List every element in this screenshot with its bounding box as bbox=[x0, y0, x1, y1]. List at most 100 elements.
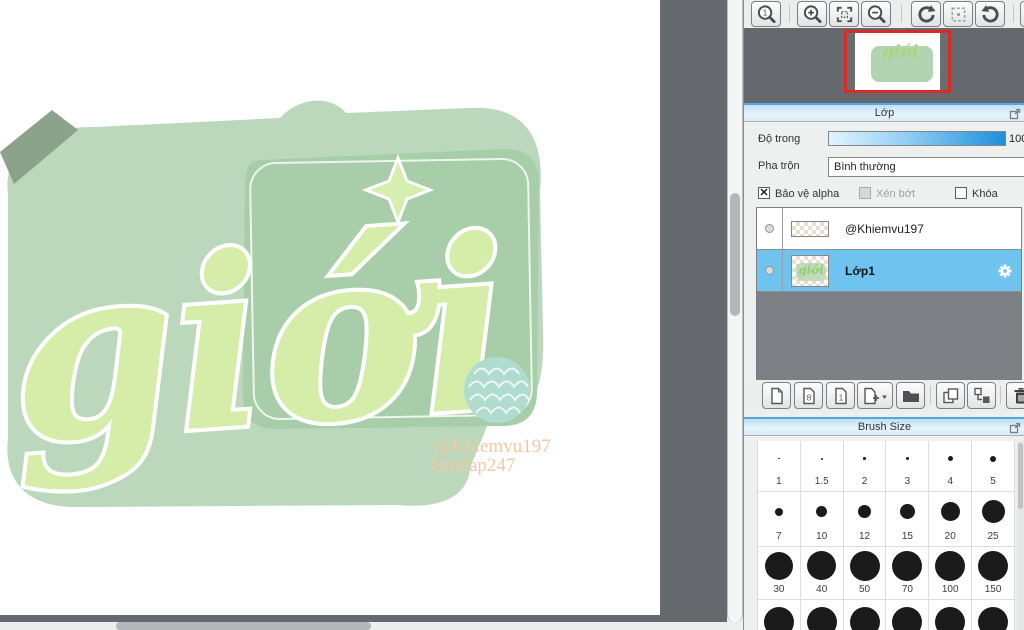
new-8bit-layer-button[interactable]: 8 bbox=[794, 382, 823, 409]
layer-visibility-toggle[interactable] bbox=[757, 250, 783, 291]
popout-icon[interactable] bbox=[1009, 108, 1021, 120]
brush-size-cell[interactable]: 25 bbox=[972, 492, 1015, 547]
zoom-actual-size-button[interactable]: 1 bbox=[751, 1, 781, 27]
brush-size-cell[interactable]: 50 bbox=[843, 547, 887, 600]
reset-rotation-button[interactable] bbox=[943, 1, 973, 27]
artwork: giới @Khiemvu197 Hoidap247 bbox=[0, 100, 551, 508]
brush-size-cell[interactable]: 30 bbox=[758, 547, 801, 600]
rotate-cw-button[interactable] bbox=[975, 1, 1005, 27]
brush-size-cell[interactable]: 3 bbox=[886, 441, 930, 492]
trash-icon bbox=[1014, 387, 1024, 403]
brush-size-cell[interactable]: 1.5 bbox=[800, 441, 844, 492]
layer-visibility-toggle[interactable] bbox=[757, 208, 783, 249]
brush-size-cell[interactable]: 4 bbox=[929, 441, 973, 492]
merge-layer-button[interactable] bbox=[967, 382, 996, 409]
delete-layer-button[interactable] bbox=[1006, 382, 1024, 409]
layer-name: @Khiemvu197 bbox=[845, 221, 924, 236]
brush-dot-icon bbox=[981, 500, 1005, 523]
new-layer-button[interactable] bbox=[762, 382, 791, 409]
brush-dot-icon bbox=[863, 457, 866, 460]
brush-dot-icon bbox=[763, 607, 794, 630]
navigator-thumbnail[interactable]: giới bbox=[844, 30, 951, 93]
toolbar-separator bbox=[930, 386, 931, 404]
brush-size-cell[interactable]: 10 bbox=[800, 492, 844, 547]
new-1bit-layer-button[interactable]: 1 bbox=[826, 382, 855, 409]
rotate-ccw-button[interactable] bbox=[911, 1, 941, 27]
toolbar-separator bbox=[1013, 5, 1014, 22]
brush-dot-icon bbox=[816, 506, 828, 517]
brush-size-cell[interactable]: 2 bbox=[843, 441, 887, 492]
brush-size-cell[interactable] bbox=[800, 600, 844, 630]
new-folder-button[interactable] bbox=[896, 382, 925, 409]
brush-dot-icon bbox=[947, 456, 953, 461]
zoom-out-button[interactable] bbox=[861, 1, 891, 27]
brush-panel-scrollbar[interactable] bbox=[1017, 441, 1024, 630]
navigator-view[interactable]: giới bbox=[744, 28, 1024, 103]
brush-size-cell[interactable]: 5 bbox=[972, 441, 1015, 492]
brush-size-label: 70 bbox=[901, 584, 913, 595]
brush-size-cell[interactable] bbox=[843, 600, 887, 630]
brush-size-cell[interactable]: 1 bbox=[758, 441, 801, 492]
brush-size-cell[interactable]: 7 bbox=[758, 492, 801, 547]
navigator-toolbar: 1 bbox=[744, 0, 1024, 28]
brush-size-label: 30 bbox=[773, 584, 785, 595]
brush-size-cell[interactable] bbox=[758, 600, 801, 630]
layer-toolbar: 8 1 bbox=[744, 380, 1024, 412]
brush-size-label: 2 bbox=[861, 476, 868, 487]
zoom-in-button[interactable] bbox=[797, 1, 827, 27]
canvas-surround-bottom bbox=[0, 615, 727, 622]
brush-dot-icon bbox=[905, 456, 910, 461]
brush-dot-icon bbox=[764, 551, 793, 580]
brush-size-cell[interactable]: 100 bbox=[929, 547, 973, 600]
brush-size-cell[interactable] bbox=[886, 600, 930, 630]
brush-dot-icon bbox=[807, 551, 837, 580]
layer-thumbnail: giới bbox=[791, 254, 829, 287]
toolbar-separator bbox=[901, 5, 902, 22]
magnifier-minus-icon bbox=[867, 4, 886, 23]
brush-scrollbar-thumb[interactable] bbox=[1018, 443, 1023, 509]
layer-settings-gear-icon[interactable] bbox=[997, 263, 1013, 279]
layer-row[interactable]: @Khiemvu197 bbox=[757, 208, 1021, 250]
brush-size-cell[interactable]: 12 bbox=[843, 492, 887, 547]
popout-icon[interactable] bbox=[1009, 422, 1021, 434]
brush-size-cell[interactable]: 150 bbox=[972, 547, 1015, 600]
brush-size-cell[interactable] bbox=[972, 600, 1015, 630]
brush-dot-icon bbox=[899, 504, 915, 519]
blend-mode-select[interactable]: Bình thường bbox=[828, 157, 1024, 177]
layer-list-empty-area bbox=[756, 293, 1022, 380]
flip-view-button[interactable] bbox=[1020, 1, 1024, 27]
protect-alpha-checkbox[interactable] bbox=[758, 187, 770, 199]
fit-icon bbox=[836, 6, 852, 22]
duplicate-layer-button[interactable] bbox=[936, 382, 965, 409]
rotate-ccw-icon bbox=[917, 4, 936, 23]
clipping-checkbox[interactable] bbox=[859, 187, 871, 199]
new-layer-icon bbox=[770, 387, 783, 404]
brush-size-cell[interactable]: 70 bbox=[886, 547, 930, 600]
brush-dot-icon bbox=[978, 550, 1009, 581]
brush-size-label: 40 bbox=[816, 584, 828, 595]
brush-size-cell[interactable] bbox=[929, 600, 973, 630]
fit-to-window-button[interactable] bbox=[829, 1, 859, 27]
canvas-horizontal-scrollbar[interactable] bbox=[0, 622, 727, 630]
brush-size-cell[interactable]: 15 bbox=[886, 492, 930, 547]
brush-size-grid: 1 1.5 2 3 4 5 7 10 12 15 20 25 30 40 50 70 100 150 bbox=[757, 441, 1015, 630]
canvas-vertical-scrollbar[interactable] bbox=[727, 0, 743, 622]
canvas[interactable]: giới @Khiemvu197 Hoidap247 bbox=[0, 0, 660, 615]
add-layer-menu-icon bbox=[864, 387, 887, 404]
opacity-label: Độ trong bbox=[758, 133, 801, 145]
brush-size-label: 1 bbox=[776, 476, 782, 487]
brush-dot-icon bbox=[892, 607, 923, 630]
layer-thumbnail bbox=[791, 220, 829, 237]
layer-row-selected[interactable]: giới Lớp1 bbox=[757, 250, 1021, 292]
brush-size-label: 7 bbox=[776, 531, 782, 542]
brush-size-cell[interactable]: 20 bbox=[929, 492, 973, 547]
lock-checkbox[interactable] bbox=[955, 187, 967, 199]
brush-size-cell[interactable]: 40 bbox=[800, 547, 844, 600]
brush-size-label: 25 bbox=[987, 531, 999, 542]
svg-text:8: 8 bbox=[806, 392, 811, 402]
vertical-scrollbar-thumb[interactable] bbox=[730, 193, 740, 316]
opacity-slider[interactable] bbox=[828, 131, 1006, 146]
watermark-line1: @Khiemvu197 bbox=[434, 436, 551, 457]
horizontal-scrollbar-thumb[interactable] bbox=[116, 622, 371, 630]
add-layer-menu-button[interactable] bbox=[857, 382, 893, 409]
